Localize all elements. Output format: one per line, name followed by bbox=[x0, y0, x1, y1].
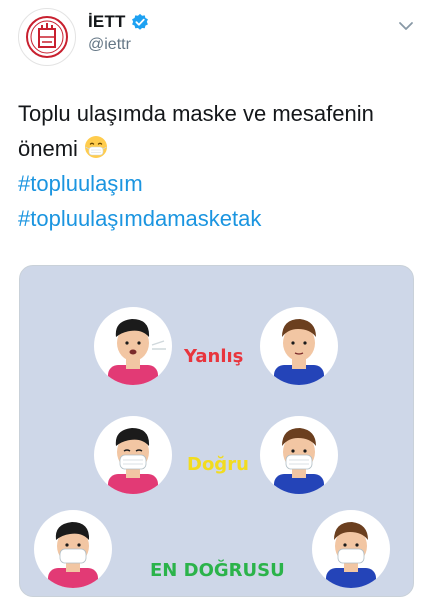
tweet-text-line: önemi bbox=[18, 131, 418, 166]
person-blue-masked-distanced bbox=[312, 510, 390, 588]
label-right: Doğru bbox=[187, 454, 249, 475]
tweet-text: Toplu ulaşımda maske ve mesafenin önemi … bbox=[18, 96, 418, 236]
avatar[interactable] bbox=[18, 8, 76, 66]
tweet-text-word: önemi bbox=[18, 136, 78, 161]
person-pink-masked bbox=[94, 416, 172, 494]
person-blue-no-mask bbox=[260, 307, 338, 385]
verified-badge-icon bbox=[131, 13, 148, 30]
person-blue-masked bbox=[260, 416, 338, 494]
label-wrong: Yanlış bbox=[184, 346, 244, 367]
hashtag-link[interactable]: #topluulaşım bbox=[18, 166, 418, 201]
tweet-text-line: Toplu ulaşımda maske ve mesafenin bbox=[18, 101, 374, 126]
chevron-down-icon[interactable] bbox=[398, 18, 414, 34]
tweet-header: İETT @iettr bbox=[0, 0, 430, 80]
tweet-image[interactable]: Yanlış Doğru EN DOĞRUSU bbox=[19, 265, 414, 597]
account-handle[interactable]: @iettr bbox=[88, 36, 131, 54]
iett-logo-icon bbox=[26, 16, 68, 58]
hashtag-link[interactable]: #topluulaşımdamasketak bbox=[18, 201, 418, 236]
display-name[interactable]: İETT bbox=[88, 12, 126, 32]
face-with-medical-mask-icon bbox=[84, 136, 107, 158]
person-pink-masked-distanced bbox=[34, 510, 112, 588]
person-pink-no-mask bbox=[94, 307, 172, 385]
